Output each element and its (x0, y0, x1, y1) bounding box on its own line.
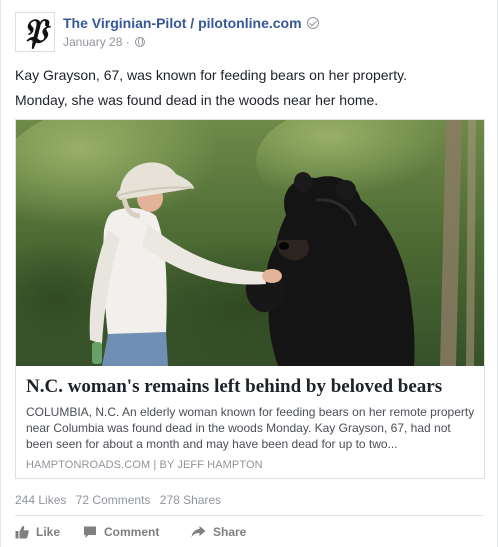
page-avatar[interactable]: 𝔓 (15, 12, 55, 52)
shares-count[interactable]: 278 Shares (160, 493, 221, 507)
link-preview-image[interactable] (16, 120, 484, 366)
globe-icon[interactable] (135, 37, 146, 47)
engagement-stats: 244 Likes 72 Comments 278 Shares (15, 493, 227, 507)
link-source: HAMPTONROADS.COM | BY JEFF HAMPTON (26, 459, 263, 471)
thumbs-up-icon (15, 525, 29, 539)
woman-feeding-bear-photo (16, 120, 484, 366)
share-arrow-icon (191, 526, 206, 538)
comments-count[interactable]: 72 Comments (76, 493, 151, 507)
meta-separator: · (125, 35, 130, 49)
comment-button[interactable]: Comment (83, 522, 159, 542)
comment-label: Comment (104, 525, 160, 539)
link-preview-card[interactable]: N.C. woman's remains left behind by belo… (15, 119, 485, 479)
actions-divider (15, 515, 483, 516)
like-button[interactable]: Like (15, 522, 60, 542)
likes-count[interactable]: 244 Likes (15, 493, 66, 507)
post-text: Kay Grayson, 67, was known for feeding b… (15, 64, 483, 114)
verified-check-icon (306, 17, 319, 29)
post-header: 𝔓 The Virginian-Pilot / pilotonline.com … (15, 12, 483, 56)
share-button[interactable]: Share (191, 522, 246, 542)
page-logo-glyph: 𝔓 (22, 12, 48, 52)
post-meta: January 28 · (63, 35, 146, 49)
facebook-post-card: 𝔓 The Virginian-Pilot / pilotonline.com … (0, 0, 498, 547)
page-name-link[interactable]: The Virginian-Pilot / pilotonline.com (63, 15, 302, 31)
page-name-line: The Virginian-Pilot / pilotonline.com (63, 15, 319, 31)
link-preview-body: N.C. woman's remains left behind by belo… (16, 366, 484, 479)
post-text-line-2: Monday, she was found dead in the woods … (15, 92, 379, 108)
link-description: COLUMBIA, N.C. An elderly woman known fo… (26, 405, 475, 451)
post-actions-bar: Like Comment Share (15, 522, 485, 542)
post-date[interactable]: January 28 (63, 35, 122, 49)
share-label: Share (213, 525, 247, 539)
like-label: Like (36, 525, 61, 539)
post-text-line-1: Kay Grayson, 67, was known for feeding b… (15, 67, 407, 83)
link-title[interactable]: N.C. woman's remains left behind by belo… (26, 376, 442, 398)
speech-bubble-icon (84, 526, 96, 538)
